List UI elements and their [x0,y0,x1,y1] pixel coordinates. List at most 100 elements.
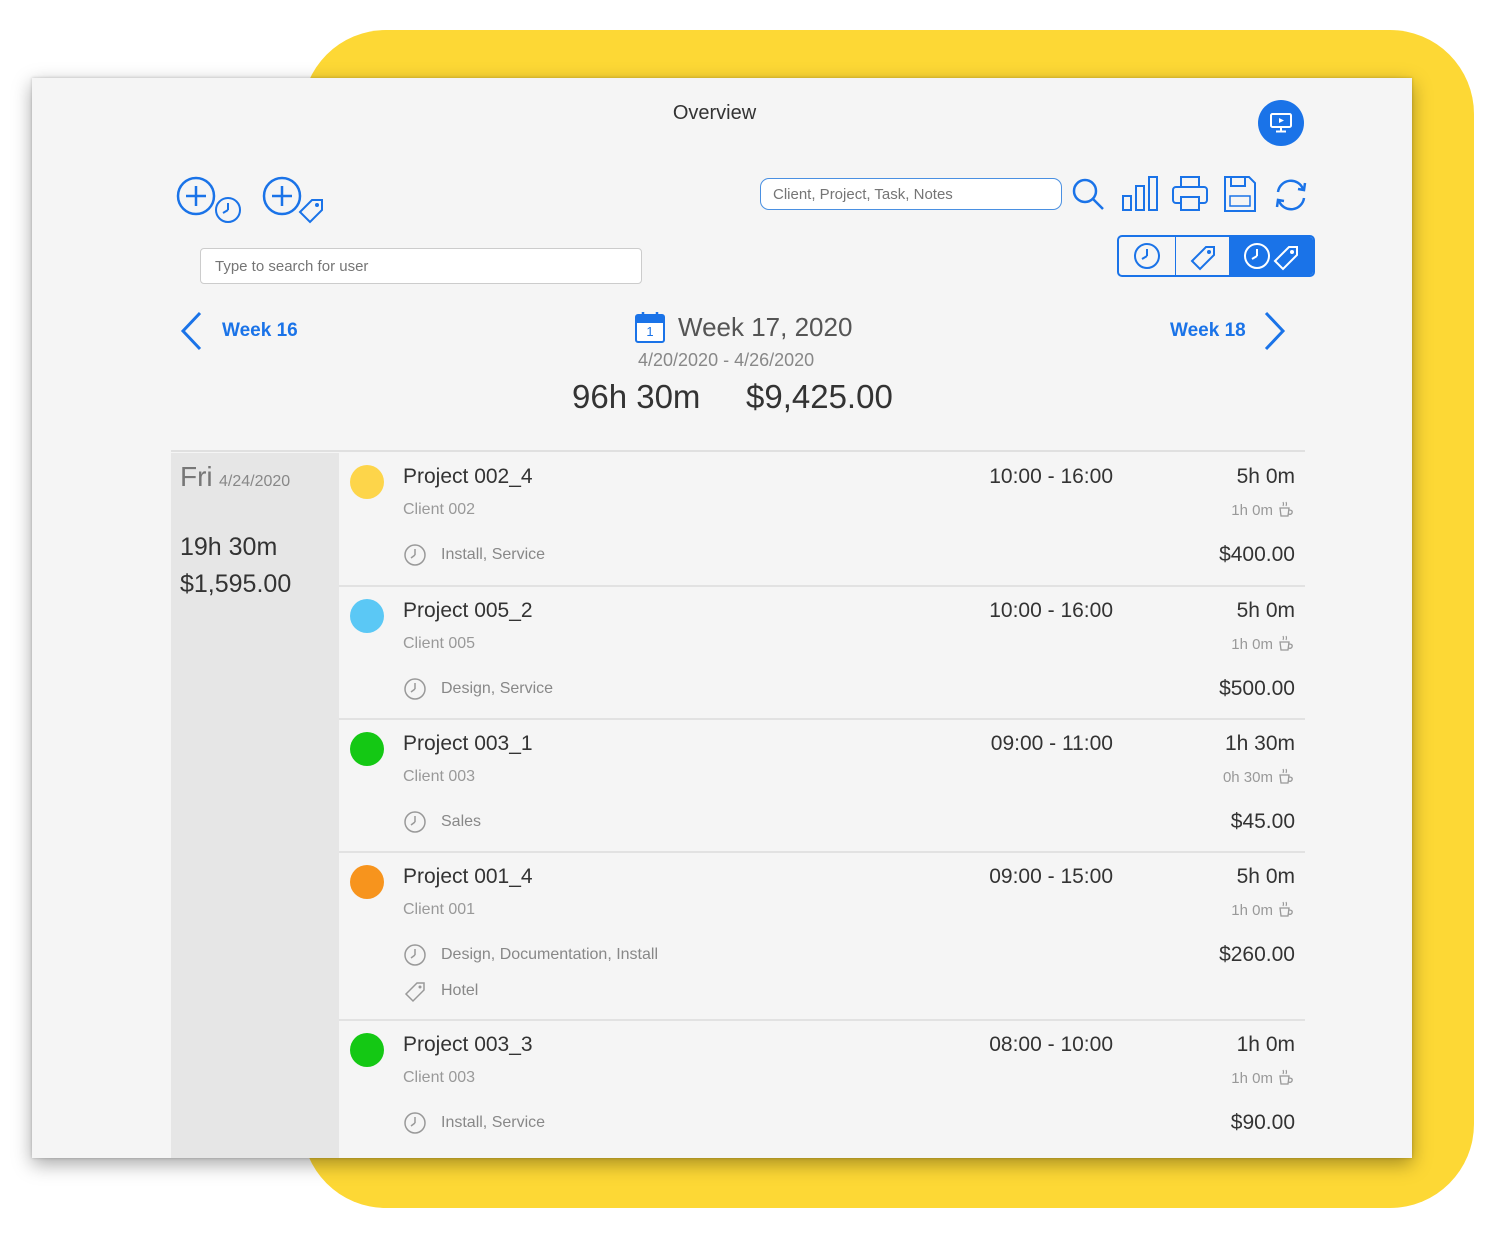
duration: 5h 0m [1236,865,1295,888]
search-button[interactable] [1070,176,1106,217]
task-names: Sales [441,813,482,830]
time-entry-row[interactable]: Project 005_2 Client 005 Design, Service 10… [339,587,1305,720]
print-button[interactable] [1170,174,1210,219]
calendar-icon[interactable]: 1 [634,310,666,344]
chevron-left-icon [180,311,202,351]
task-line: Design, Documentation, Install [403,943,658,967]
task-line: Design, Service [403,677,553,701]
add-expense-icon [262,176,323,224]
project-color-dot [350,1033,384,1067]
project-name: Project 001_4 [403,865,533,888]
break-value: 0h 30m [1222,768,1273,786]
clock-tag-icon [1243,243,1298,271]
entry-amount: $500.00 [1219,677,1295,700]
search-input[interactable] [760,178,1062,210]
task-line: Sales [403,810,481,834]
time-entry-row[interactable]: Project 003_1 Client 003 Sales 09:00 - 11:0… [339,720,1305,853]
app-window: Overview Client, Project, Task, Notes Ty… [32,78,1412,1158]
break-duration: 1h 0m [1231,901,1295,919]
next-week-button[interactable] [1260,310,1288,357]
clock-icon [403,543,427,567]
break-value: 1h 0m [1231,1069,1273,1087]
entry-amount: $90.00 [1230,1111,1295,1134]
client-name: Client 005 [403,635,476,652]
user-search-input[interactable] [200,248,642,284]
task-names: Install, Service [441,546,546,563]
day-summary: Fri 4/24/2020 19h 30m $1,595.00 [171,453,339,1158]
time-entry-row[interactable]: Project 003_3 Client 003 Install, Service 0… [339,1021,1305,1158]
filter-expense-button[interactable] [1176,237,1230,275]
coffee-cup-icon [1273,501,1295,519]
coffee-cup-icon [1273,1069,1295,1087]
entry-amount: $45.00 [1230,810,1295,833]
clock-icon [403,943,427,967]
search-icon [1072,178,1104,210]
sync-icon [1275,179,1307,211]
clock-icon [1134,243,1160,269]
duration: 5h 0m [1236,465,1295,488]
tag-icon [403,979,427,1003]
clock-icon [403,677,427,701]
project-name: Project 002_4 [403,465,533,488]
duration: 1h 0m [1236,1033,1295,1056]
print-icon [1172,176,1208,211]
duration: 5h 0m [1236,599,1295,622]
project-color-dot [350,465,384,499]
day-date: 4/24/2020 [219,473,291,490]
expense-name: Hotel [441,982,479,999]
task-line: Install, Service [403,543,545,567]
reports-button[interactable] [1120,174,1160,219]
client-name: Client 001 [403,901,476,918]
divider [171,450,1305,452]
time-entry-row[interactable]: Project 002_4 Client 002 Install, Service 1… [339,453,1305,587]
add-time-icon [176,176,241,223]
filter-time-button[interactable] [1119,237,1176,275]
week-date-range: 4/20/2020 - 4/26/2020 [638,350,815,370]
clock-icon [403,1111,427,1135]
break-value: 1h 0m [1231,635,1273,653]
week-total-amount: $9,425.00 [746,378,893,415]
filter-all-button[interactable] [1230,237,1313,275]
entry-amount: $400.00 [1219,543,1295,566]
add-time-entry-button[interactable] [176,176,244,231]
project-name: Project 005_2 [403,599,533,622]
task-line: Install, Service [403,1111,545,1135]
break-duration: 1h 0m [1231,501,1295,519]
next-week-link[interactable]: Week 18 [1170,320,1246,342]
project-name: Project 003_3 [403,1033,533,1056]
add-expense-button[interactable] [262,176,330,231]
chevron-right-icon [1264,311,1286,351]
time-entry-row[interactable]: Project 001_4 Client 001 Design, Documenta… [339,853,1305,1021]
project-color-dot [350,599,384,633]
break-value: 1h 0m [1231,501,1273,519]
time-range: 10:00 - 16:00 [989,465,1113,488]
coffee-cup-icon [1273,768,1295,786]
break-duration: 1h 0m [1231,635,1295,653]
tag-icon [1190,246,1215,271]
sync-button[interactable] [1272,176,1310,219]
entry-type-filter [1117,235,1315,277]
time-range: 09:00 - 11:00 [990,732,1113,755]
coffee-cup-icon [1273,901,1295,919]
calendar-day: 1 [646,324,654,339]
expense-line: Hotel [403,979,478,1003]
time-range: 10:00 - 16:00 [989,599,1113,622]
week-total-hours: 96h 30m [572,378,701,415]
day-name: Fri [180,461,213,492]
project-color-dot [350,732,384,766]
client-name: Client 002 [403,501,476,518]
save-csv-icon [1224,176,1256,212]
export-button[interactable] [1222,174,1258,219]
task-names: Install, Service [441,1114,546,1131]
task-names: Design, Service [441,680,554,697]
prev-week-button[interactable] [178,310,206,357]
window-title: Overview [672,102,757,124]
day-total-amount: $1,595.00 [180,570,292,598]
week-title: Week 17, 2020 [678,312,853,342]
break-duration: 0h 30m [1223,768,1295,786]
project-color-dot [350,865,384,899]
task-names: Design, Documentation, Install [441,946,658,963]
prev-week-link[interactable]: Week 16 [222,320,298,342]
coffee-cup-icon [1273,635,1295,653]
monitor-icon[interactable] [1258,100,1304,146]
